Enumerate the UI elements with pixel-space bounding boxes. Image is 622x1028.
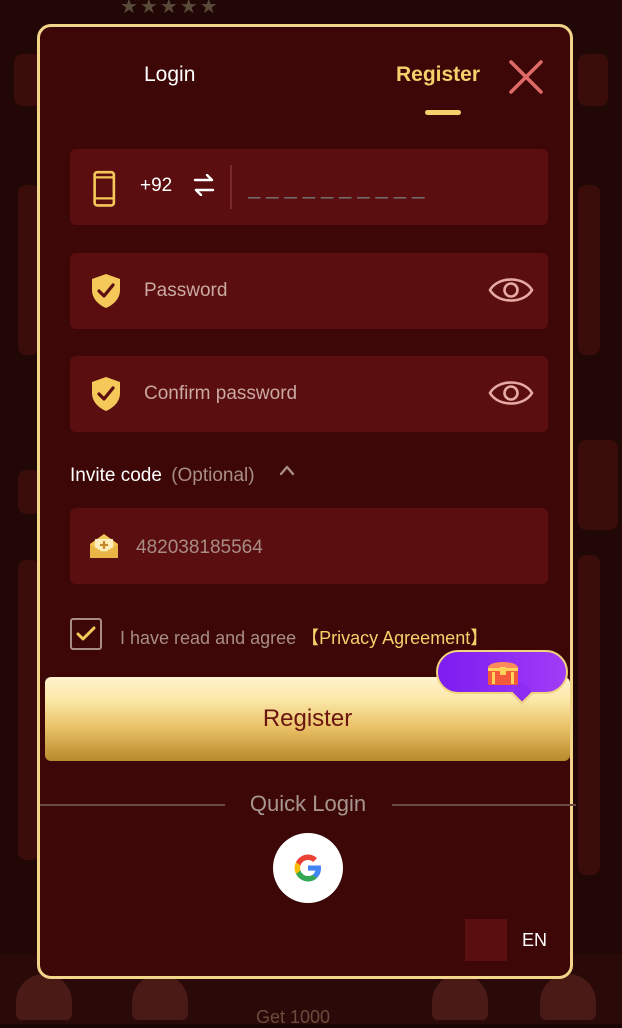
bg-tile (578, 555, 600, 875)
google-icon (294, 854, 321, 882)
nav-promo-text: Get 1000 (256, 1007, 331, 1027)
shield-check-icon (92, 274, 120, 308)
confirm-password-input[interactable] (142, 376, 466, 412)
chevron-up-icon[interactable] (278, 463, 296, 477)
language-selector[interactable]: EN (522, 930, 547, 951)
agree-checkbox[interactable] (70, 618, 102, 650)
agreement-label: I have read and agree (120, 628, 302, 648)
promo-badge[interactable] (436, 650, 568, 705)
bg-tile (578, 54, 608, 106)
shield-check-icon (92, 377, 120, 411)
phone-field: +92 (70, 149, 548, 225)
register-modal: Login Register +92 __________ Invite cod… (37, 24, 576, 979)
check-icon (76, 626, 96, 641)
country-code[interactable]: +92 (140, 175, 172, 197)
rating-stars: ★★★★★ (120, 0, 220, 18)
quick-login-label: Quick Login (249, 791, 367, 816)
treasure-chest-icon (488, 662, 518, 685)
bg-tile (578, 185, 600, 355)
google-login-button[interactable] (273, 833, 343, 903)
nav-icon (540, 974, 596, 1020)
close-icon (509, 60, 543, 94)
invite-code-label: Invite code (Optional) (70, 465, 255, 487)
nav-icon (132, 974, 188, 1020)
password-field (70, 253, 548, 329)
phone-input[interactable] (246, 169, 530, 205)
bg-tile (578, 440, 618, 530)
envelope-icon (90, 534, 118, 558)
nav-icon (432, 974, 488, 1020)
phone-icon (93, 170, 116, 207)
tab-login[interactable]: Login (144, 63, 195, 87)
active-tab-indicator (425, 110, 461, 115)
tab-register[interactable]: Register (396, 63, 480, 87)
field-divider (230, 165, 232, 209)
nav-icon (16, 974, 72, 1020)
invite-code-input[interactable] (134, 532, 498, 564)
confirm-password-field (70, 356, 548, 432)
invite-code-field (70, 508, 548, 584)
eye-icon[interactable] (488, 374, 534, 412)
eye-icon[interactable] (488, 271, 534, 309)
password-input[interactable] (142, 273, 466, 309)
close-button[interactable] (506, 57, 546, 97)
agreement-text: I have read and agree 【Privacy Agreement… (120, 624, 488, 650)
swap-icon[interactable] (192, 174, 216, 196)
invite-code-optional: (Optional) (171, 465, 255, 486)
privacy-agreement-link[interactable]: 【Privacy Agreement】 (301, 628, 488, 648)
invite-code-title: Invite code (70, 465, 162, 486)
language-flag[interactable] (465, 919, 507, 961)
